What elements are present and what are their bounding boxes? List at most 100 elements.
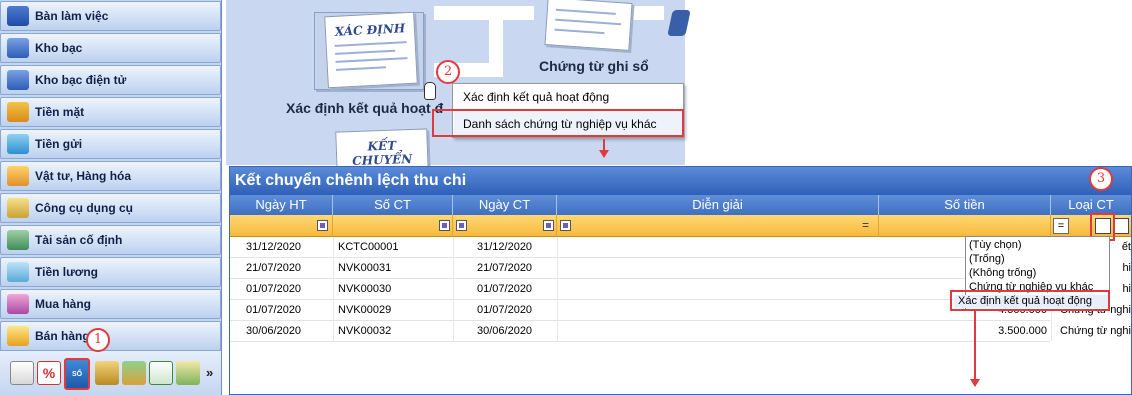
sidebar-item-mua-hang[interactable]: Mua hàng — [0, 289, 221, 319]
table-row[interactable]: 01/07/2020 NVK00030 01/07/2020 hi — [230, 279, 1131, 300]
col-ngay-ht[interactable]: Ngày HT — [230, 195, 333, 215]
percent-icon[interactable]: % — [37, 361, 61, 385]
panel-title: Kết chuyển chênh lệch thu chi — [230, 167, 1131, 195]
arrow-head-1 — [599, 150, 609, 158]
cell-ngay-ht: 21/07/2020 — [246, 262, 302, 274]
arrow-line-2 — [974, 311, 976, 379]
cell-so-ct: KCTC00001 — [338, 241, 399, 253]
doc-title: XÁC ĐỊNH — [334, 21, 406, 39]
cell-so-ct: NVK00030 — [338, 283, 392, 295]
filter-button-ngay-ht[interactable] — [317, 220, 328, 231]
sales-icon — [7, 326, 29, 346]
col-so-ct[interactable]: Số CT — [333, 195, 453, 215]
sidebar-item-tien-luong[interactable]: Tiền lương — [0, 257, 221, 287]
transfer-icon[interactable] — [176, 361, 200, 385]
flow-arrow-top — [434, 6, 534, 20]
ledger-book-icon[interactable]: SỔ CÁI — [64, 358, 90, 390]
tools-icon — [7, 198, 29, 218]
cell-so-ct: NVK00031 — [338, 262, 392, 274]
callout-step-3: 3 — [1089, 167, 1113, 191]
doc-xac-dinh[interactable]: XÁC ĐỊNH — [324, 11, 418, 89]
filter-eq-loai-ct[interactable]: = — [1053, 218, 1069, 234]
filter-input-so-tien[interactable] — [879, 215, 1051, 237]
table-row[interactable]: 21/07/2020 NVK00031 21/07/2020 hi — [230, 258, 1131, 279]
table-row[interactable]: 30/06/2020 NVK00032 30/06/2020 3.500.000… — [230, 321, 1131, 342]
keys-icon[interactable] — [95, 361, 119, 385]
sidebar-item-label: Tiền mặt — [35, 105, 85, 119]
sidebar-item-kho-bac[interactable]: Kho bạc — [0, 33, 221, 63]
callout-step-2: 2 — [436, 60, 460, 84]
goods-icon — [7, 166, 29, 186]
doc-chung-tu-ghi-so[interactable] — [544, 0, 633, 51]
sidebar-item-ban-lam-viec[interactable]: Bàn làm việc — [0, 1, 221, 31]
sidebar-item-label: Công cụ dụng cụ — [35, 201, 133, 215]
filter-button-ngay-ct[interactable] — [456, 220, 467, 231]
highlight-box-menu — [432, 109, 684, 137]
cash-icon — [7, 102, 29, 122]
sidebar-item-label: Mua hàng — [35, 297, 91, 311]
filter-button-ngay-ct-right[interactable] — [543, 220, 554, 231]
filter-button-dien-giai[interactable] — [560, 220, 571, 231]
callout-step-1: 1 — [86, 328, 110, 352]
grid-filter-row: = = — [230, 215, 1131, 237]
cell-so-ct: NVK00029 — [338, 304, 392, 316]
books-stack-icon[interactable] — [122, 361, 146, 385]
menu-item-xac-dinh-ket-qua[interactable]: Xác định kết quả hoạt động — [454, 84, 682, 110]
dropdown-option[interactable]: (Tùy chọn) — [969, 239, 1022, 252]
diagram-caption-chung-tu-ghi-so[interactable]: Chứng từ ghi sổ — [539, 58, 649, 74]
col-so-tien[interactable]: Số tiền — [879, 195, 1051, 215]
sidebar-item-label: Kho bạc điện tử — [35, 73, 127, 87]
cell-ngay-ct: 21/07/2020 — [477, 262, 533, 274]
grid-divider — [333, 237, 334, 341]
report-icon[interactable] — [10, 361, 34, 385]
sidebar-item-label: Tài sản cố định — [35, 233, 123, 247]
sidebar-item-kho-bac-dien-tu[interactable]: Kho bạc điện tử — [0, 65, 221, 95]
cell-ngay-ct: 30/06/2020 — [477, 325, 533, 337]
sidebar-item-label: Kho bạc — [35, 41, 83, 55]
sidebar-item-tai-san-co-dinh[interactable]: Tài sản cố định — [0, 225, 221, 255]
cell-ngay-ct: 01/07/2020 — [477, 283, 533, 295]
col-dien-giai[interactable]: Diễn giải — [557, 195, 879, 215]
grid-divider — [557, 237, 558, 341]
cell-ngay-ct: 01/07/2020 — [477, 304, 533, 316]
sidebar-item-label: Bán hàng — [35, 329, 90, 343]
sidebar-item-tien-gui[interactable]: Tiền gửi — [0, 129, 221, 159]
treasury-icon — [7, 38, 29, 58]
cell-ngay-ht: 01/07/2020 — [246, 304, 302, 316]
cell-ngay-ht: 01/07/2020 — [246, 283, 302, 295]
filter-button-so-ct[interactable] — [439, 220, 450, 231]
doc-title: KẾT CHUYỂN — [352, 138, 413, 169]
diagram-caption-xac-dinh[interactable]: Xác định kết quả hoạt đ — [286, 100, 443, 116]
col-loai-ct[interactable]: Loại CT — [1051, 195, 1131, 215]
cell-ngay-ct: 31/12/2020 — [477, 241, 533, 253]
table-row[interactable]: 01/07/2020 NVK00029 01/07/2020 4.500.000… — [230, 300, 1131, 321]
grid-column-header: Ngày HT Số CT Ngày CT Diễn giải Số tiền … — [230, 195, 1131, 215]
sidebar-item-label: Bàn làm việc — [35, 9, 109, 23]
table-row[interactable]: 31/12/2020 KCTC00001 31/12/2020 ết — [230, 237, 1131, 258]
arrow-head-2 — [970, 379, 980, 387]
sidebar-item-vat-tu-hang-hoa[interactable]: Vật tư, Hàng hóa — [0, 161, 221, 191]
cell-so-ct: NVK00032 — [338, 325, 392, 337]
sidebar-item-label: Tiền lương — [35, 265, 98, 279]
checklist-icon[interactable] — [149, 361, 173, 385]
sidebar-item-ban-hang[interactable]: Bán hàng — [0, 321, 221, 351]
cell-ngay-ht: 31/12/2020 — [246, 241, 302, 253]
more-chevron-icon[interactable]: » — [206, 365, 213, 380]
highlight-box-dropdown-option — [950, 290, 1110, 311]
dropdown-option[interactable]: (Không trống) — [969, 267, 1036, 280]
sidebar-item-cong-cu-dung-cu[interactable]: Công cụ dụng cụ — [0, 193, 221, 223]
deposit-icon — [7, 134, 29, 154]
module-toolbar: % SỔ CÁI » — [0, 350, 221, 395]
sidebar-item-tien-mat[interactable]: Tiền mặt — [0, 97, 221, 127]
dropdown-option[interactable]: (Trống) — [969, 253, 1005, 266]
col-ngay-ct[interactable]: Ngày CT — [453, 195, 557, 215]
navigation-sidebar: Bàn làm việc Kho bạc Kho bạc điện tử Tiề… — [0, 0, 222, 395]
grid-divider — [453, 237, 454, 341]
filter-clear-icon[interactable] — [1113, 218, 1129, 234]
e-treasury-icon — [7, 70, 29, 90]
flow-connector — [489, 6, 503, 77]
filter-eq-dien-giai[interactable]: = — [862, 218, 869, 232]
cell-so-tien: 3.500.000 — [998, 325, 1047, 337]
hand-cursor-icon — [424, 82, 436, 100]
cell-ngay-ht: 30/06/2020 — [246, 325, 302, 337]
